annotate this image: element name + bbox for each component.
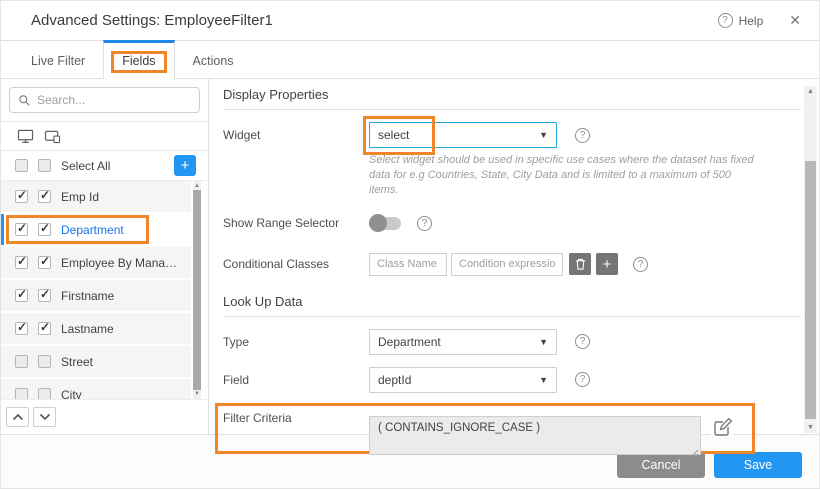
field-select[interactable]: deptId ▼ xyxy=(369,367,557,393)
help-button[interactable]: ? Help xyxy=(718,13,764,28)
web-checkbox[interactable] xyxy=(15,289,28,302)
mobile-checkbox[interactable] xyxy=(38,256,51,269)
scrollbar-thumb[interactable] xyxy=(805,161,816,419)
add-class-button[interactable]: + xyxy=(596,253,618,275)
field-select-value: deptId xyxy=(378,373,539,387)
tab-label: Fields xyxy=(122,54,155,68)
web-checkbox[interactable] xyxy=(15,322,28,335)
filter-criteria-textarea[interactable]: ( CONTAINS_IGNORE_CASE ) xyxy=(369,416,701,455)
move-up-button[interactable] xyxy=(6,407,29,427)
properties-panel: Display Properties Widget select ▼ ? Sel… xyxy=(209,79,819,434)
device-toolbar xyxy=(1,121,208,151)
tablet-mobile-icon[interactable] xyxy=(44,129,62,144)
web-checkbox[interactable] xyxy=(15,190,28,203)
move-down-button[interactable] xyxy=(33,407,56,427)
scroll-down-icon[interactable]: ▼ xyxy=(804,424,817,431)
select-all-web-checkbox[interactable] xyxy=(15,159,28,172)
chevron-up-icon xyxy=(12,413,24,421)
field-row-emp-id[interactable]: Emp Id xyxy=(1,181,191,212)
chevron-down-icon xyxy=(39,413,51,421)
field-search xyxy=(9,87,200,113)
web-checkbox[interactable] xyxy=(15,256,28,269)
sidebar-scrollbar[interactable]: ▲ ▼ xyxy=(193,181,201,399)
mobile-checkbox[interactable] xyxy=(38,223,51,236)
edit-filter-criteria-button[interactable] xyxy=(711,416,733,438)
search-icon xyxy=(18,94,31,107)
show-range-selector-label: Show Range Selector xyxy=(223,214,369,233)
widget-label: Widget xyxy=(223,122,369,148)
field-row-firstname[interactable]: Firstname xyxy=(1,280,191,311)
web-checkbox[interactable] xyxy=(15,223,28,236)
edit-pencil-icon xyxy=(712,416,733,437)
help-label: Help xyxy=(739,14,764,28)
field-list: Emp Id Department Employee By Mana… Firstna… xyxy=(1,181,208,407)
field-name-label: Emp Id xyxy=(61,190,99,204)
fields-sidebar: Select All + Emp Id Department Employee By… xyxy=(1,79,209,434)
tab-label: Actions xyxy=(193,54,234,68)
widget-help-icon[interactable]: ? xyxy=(575,128,590,143)
field-name-label: Employee By Mana… xyxy=(61,256,177,270)
field-label: Field xyxy=(223,367,369,393)
scroll-up-icon[interactable]: ▲ xyxy=(193,182,201,190)
field-name-label: Firstname xyxy=(61,289,114,303)
tab-live-filter[interactable]: Live Filter xyxy=(13,40,103,78)
class-name-input[interactable] xyxy=(369,253,447,276)
search-input[interactable] xyxy=(37,93,187,107)
filter-criteria-label: Filter Criteria xyxy=(223,411,369,460)
main-scrollbar[interactable]: ▲ ▼ xyxy=(804,86,817,433)
field-row-employee-by-mana[interactable]: Employee By Mana… xyxy=(1,247,191,278)
scroll-down-icon[interactable]: ▼ xyxy=(193,390,201,398)
widget-hint-text: Select widget should be used in specific… xyxy=(369,153,759,198)
mobile-checkbox[interactable] xyxy=(38,355,51,368)
dialog-header: Advanced Settings: EmployeeFilter1 ? Hel… xyxy=(1,1,819,41)
mobile-checkbox[interactable] xyxy=(38,190,51,203)
widget-select-value: select xyxy=(378,128,539,142)
scrollbar-thumb[interactable] xyxy=(193,190,201,390)
widget-select[interactable]: select ▼ xyxy=(369,122,557,148)
tab-bar: Live Filter Fields Actions xyxy=(1,41,819,79)
mobile-checkbox[interactable] xyxy=(38,322,51,335)
select-all-row: Select All + xyxy=(1,151,208,181)
dropdown-arrow-icon: ▼ xyxy=(539,375,548,385)
display-properties-heading: Display Properties xyxy=(223,87,801,110)
delete-class-button[interactable] xyxy=(569,253,591,275)
select-all-mobile-checkbox[interactable] xyxy=(38,159,51,172)
field-row-lastname[interactable]: Lastname xyxy=(1,313,191,344)
select-all-label: Select All xyxy=(61,159,174,173)
field-name-label: Department xyxy=(61,223,124,237)
dialog-title: Advanced Settings: EmployeeFilter1 xyxy=(31,12,718,29)
show-range-selector-toggle[interactable] xyxy=(369,217,401,230)
look-up-data-heading: Look Up Data xyxy=(223,294,801,317)
trash-icon xyxy=(575,258,586,270)
type-help-icon[interactable]: ? xyxy=(575,334,590,349)
condition-expression-input[interactable] xyxy=(451,253,563,276)
type-label: Type xyxy=(223,329,369,355)
field-reorder-toolbar xyxy=(1,399,208,434)
field-row-street[interactable]: Street xyxy=(1,346,191,377)
tab-label: Live Filter xyxy=(31,54,85,68)
field-help-icon[interactable]: ? xyxy=(575,372,590,387)
field-name-label: Street xyxy=(61,355,93,369)
type-select[interactable]: Department ▼ xyxy=(369,329,557,355)
scroll-up-icon[interactable]: ▲ xyxy=(804,88,817,95)
field-name-label: Lastname xyxy=(61,322,114,336)
dropdown-arrow-icon: ▼ xyxy=(539,337,548,347)
close-icon[interactable]: ✕ xyxy=(785,10,805,31)
desktop-icon[interactable] xyxy=(17,129,34,144)
field-row-department[interactable]: Department xyxy=(1,214,191,245)
toggle-knob xyxy=(369,214,387,232)
conditional-classes-label: Conditional Classes xyxy=(223,253,369,276)
conditional-classes-help-icon[interactable]: ? xyxy=(633,257,648,272)
tab-fields[interactable]: Fields xyxy=(103,40,174,79)
add-field-button[interactable]: + xyxy=(174,155,196,176)
type-select-value: Department xyxy=(378,335,539,349)
mobile-checkbox[interactable] xyxy=(38,289,51,302)
show-range-help-icon[interactable]: ? xyxy=(417,216,432,231)
dropdown-arrow-icon: ▼ xyxy=(539,130,548,140)
web-checkbox[interactable] xyxy=(15,355,28,368)
advanced-settings-dialog: Advanced Settings: EmployeeFilter1 ? Hel… xyxy=(0,0,820,489)
tab-actions[interactable]: Actions xyxy=(175,40,252,78)
question-circle-icon: ? xyxy=(718,13,733,28)
